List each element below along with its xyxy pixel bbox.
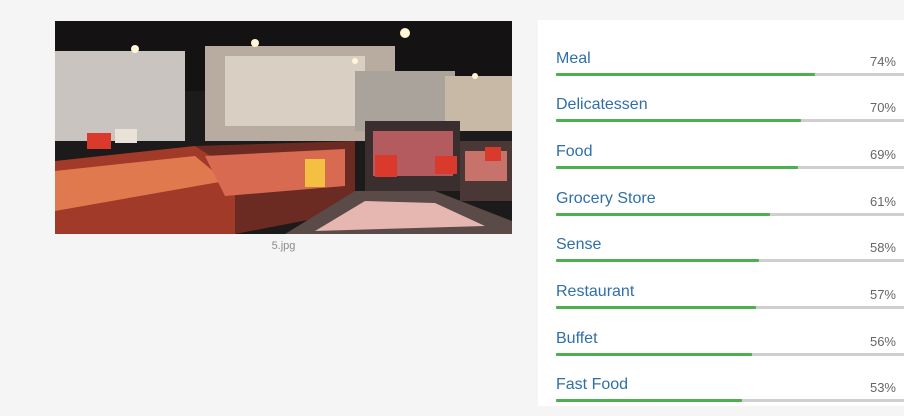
score-bar-fill <box>556 73 815 76</box>
label-row: Fast Food 53% <box>556 376 904 416</box>
label-name[interactable]: Meal <box>556 50 591 68</box>
label-row: Sense 58% <box>556 236 904 276</box>
score-bar-track <box>556 259 904 262</box>
label-name[interactable]: Fast Food <box>556 376 628 394</box>
label-percent: 57% <box>869 287 896 302</box>
score-bar-fill <box>556 306 756 309</box>
score-bar-fill <box>556 213 770 216</box>
image-panel: 5.jpg <box>0 0 530 406</box>
score-bar-fill <box>556 259 759 262</box>
label-percent: 69% <box>869 147 896 162</box>
score-bar-fill <box>556 166 798 169</box>
deli-store-photo[interactable] <box>55 21 512 234</box>
score-bar-track <box>556 306 904 309</box>
label-results-panel: Meal 74% Delicatessen 70% Food 69% Groce… <box>538 20 904 406</box>
label-row: Restaurant 57% <box>556 283 904 323</box>
score-bar-track <box>556 166 904 169</box>
label-name[interactable]: Delicatessen <box>556 96 648 114</box>
label-name[interactable]: Restaurant <box>556 283 634 301</box>
image-filename: 5.jpg <box>271 240 296 252</box>
label-row: Food 69% <box>556 143 904 183</box>
score-bar-track <box>556 399 904 402</box>
score-bar-track <box>556 353 904 356</box>
score-bar-track <box>556 119 904 122</box>
label-row: Delicatessen 70% <box>556 96 904 136</box>
label-row: Grocery Store 61% <box>556 190 904 230</box>
score-bar-track <box>556 213 904 216</box>
label-percent: 58% <box>869 240 896 255</box>
label-name[interactable]: Sense <box>556 236 601 254</box>
label-name[interactable]: Grocery Store <box>556 190 656 208</box>
label-percent: 74% <box>869 54 896 69</box>
score-bar-fill <box>556 353 752 356</box>
label-row: Buffet 56% <box>556 330 904 370</box>
label-percent: 70% <box>869 100 896 115</box>
score-bar-fill <box>556 119 801 122</box>
label-name[interactable]: Buffet <box>556 330 598 348</box>
score-bar-track <box>556 73 904 76</box>
score-bar-fill <box>556 399 742 402</box>
label-row: Meal 74% <box>556 50 904 90</box>
label-percent: 61% <box>869 194 896 209</box>
label-percent: 56% <box>869 334 896 349</box>
label-name[interactable]: Food <box>556 143 592 161</box>
label-percent: 53% <box>869 380 896 395</box>
